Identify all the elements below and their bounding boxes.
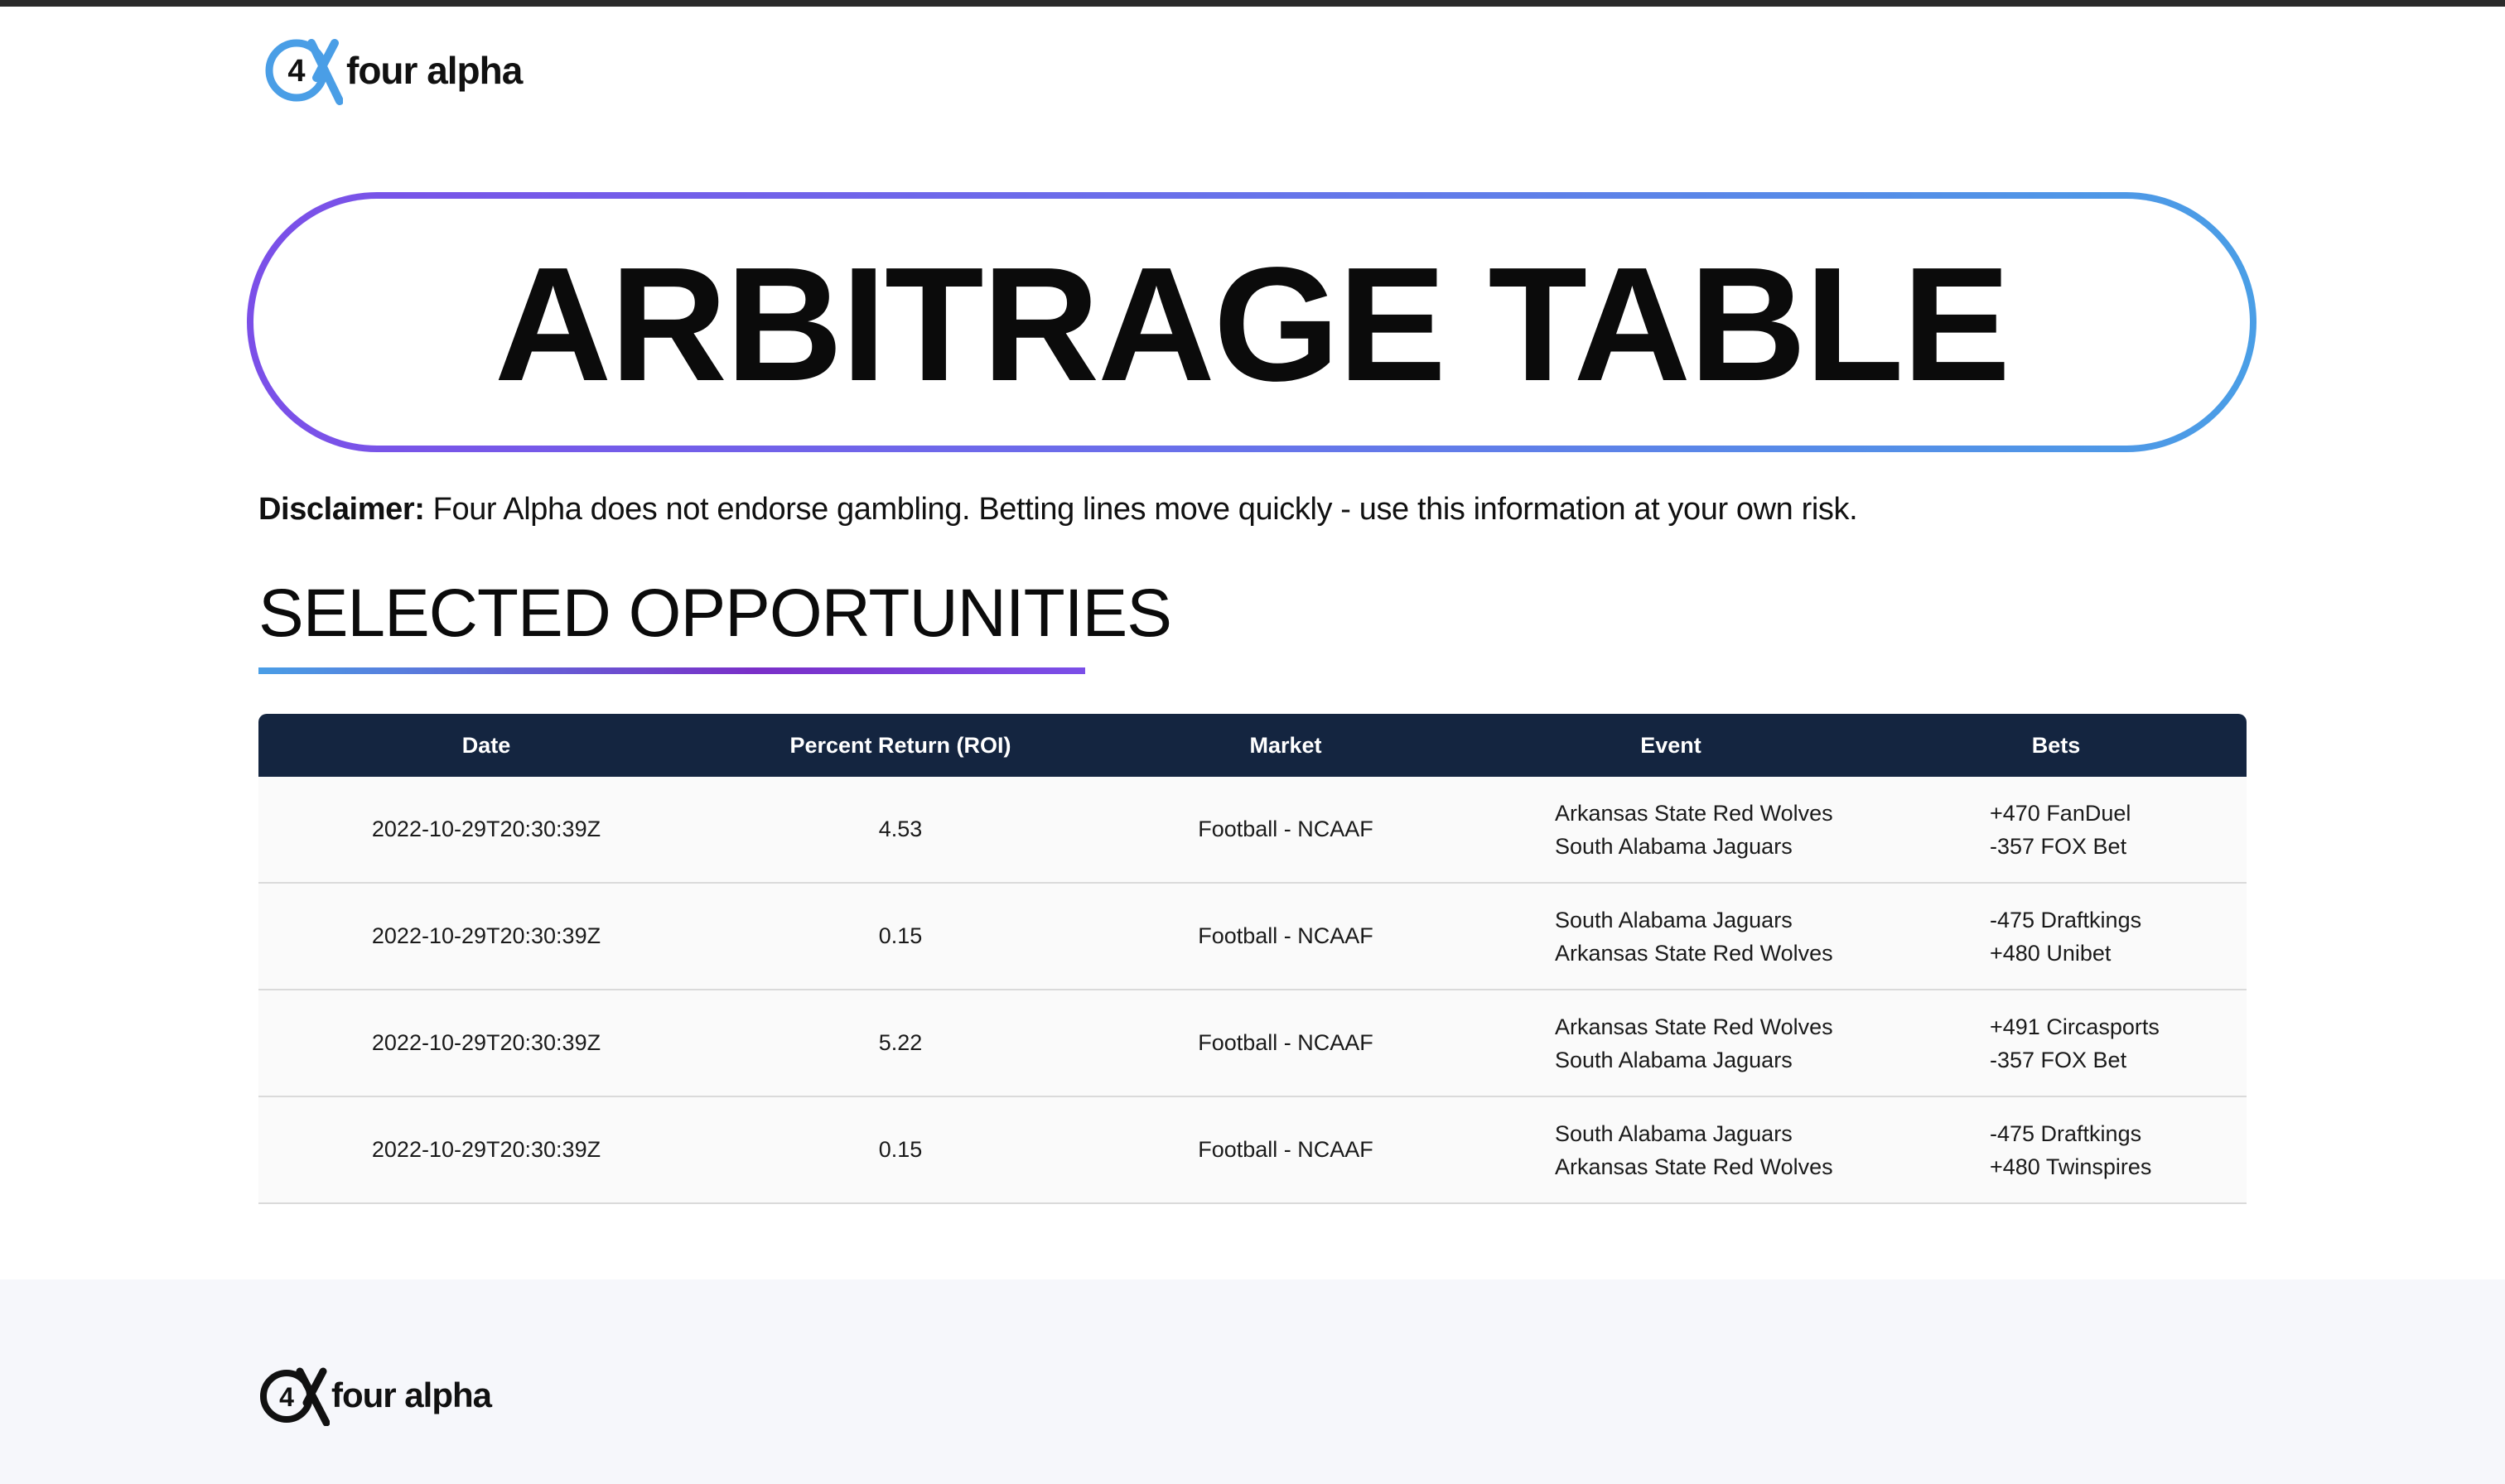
bet-line: -475 Draftkings [1990,907,2142,932]
bet-line: -357 FOX Bet [1990,1047,2127,1072]
disclaimer-label: Disclaimer: [258,492,425,527]
bet-line: -357 FOX Bet [1990,833,2127,859]
column-header-roi[interactable]: Percent Return (ROI) [706,733,1095,759]
event-team: Arkansas State Red Wolves [1555,800,1833,826]
event-team: South Alabama Jaguars [1555,1120,1793,1146]
cell-bets: +491 Circasports -357 FOX Bet [1865,1010,2247,1077]
bet-line: +470 FanDuel [1990,800,2131,826]
cell-date: 2022-10-29T20:30:39Z [371,1137,601,1162]
cell-roi: 5.22 [878,1030,923,1055]
event-team: South Alabama Jaguars [1555,1047,1793,1072]
event-team: Arkansas State Red Wolves [1555,1154,1833,1179]
event-team: Arkansas State Red Wolves [1555,940,1833,966]
svg-text:4: 4 [279,1382,294,1412]
cell-roi: 0.15 [878,923,923,948]
cell-event: Arkansas State Red Wolves South Alabama … [1476,797,1865,863]
top-border [0,0,2505,7]
header-logo[interactable]: 4 four alpha [263,35,523,106]
cell-bets: +470 FanDuel -357 FOX Bet [1865,797,2247,863]
table-header: Date Percent Return (ROI) Market Event B… [258,714,2247,777]
table-row: 2022-10-29T20:30:39Z 0.15 Football - NCA… [258,884,2247,990]
column-header-date[interactable]: Date [258,733,706,759]
cell-market: Football - NCAAF [1198,923,1373,948]
table-row: 2022-10-29T20:30:39Z 5.22 Football - NCA… [258,990,2247,1097]
event-team: South Alabama Jaguars [1555,833,1793,859]
bet-line: +491 Circasports [1990,1014,2160,1039]
column-header-bets[interactable]: Bets [1865,733,2247,759]
cell-event: South Alabama Jaguars Arkansas State Red… [1476,903,1865,970]
column-header-market[interactable]: Market [1095,733,1476,759]
cell-market: Football - NCAAF [1198,1030,1373,1055]
column-header-event[interactable]: Event [1476,733,1865,759]
event-team: Arkansas State Red Wolves [1555,1014,1833,1039]
section-title: SELECTED OPPORTUNITIES [258,576,1172,651]
cell-roi: 0.15 [878,1137,923,1162]
table-row: 2022-10-29T20:30:39Z 4.53 Football - NCA… [258,777,2247,884]
cell-event: Arkansas State Red Wolves South Alabama … [1476,1010,1865,1077]
footer-logo-wordmark: four alpha [331,1376,492,1414]
bet-line: +480 Unibet [1990,940,2112,966]
cell-date: 2022-10-29T20:30:39Z [371,817,601,841]
cell-market: Football - NCAAF [1198,817,1373,841]
page-title: ARBITRAGE TABLE [494,234,2010,415]
bet-line: +480 Twinspires [1990,1154,2152,1179]
disclaimer-text: Four Alpha does not endorse gambling. Be… [432,492,1858,527]
four-alpha-logo-icon: 4 [263,35,344,106]
opportunities-table: Date Percent Return (ROI) Market Event B… [258,714,2247,1204]
table-row: 2022-10-29T20:30:39Z 0.15 Football - NCA… [258,1097,2247,1204]
logo-wordmark: four alpha [346,49,523,92]
section-underline [258,667,1085,674]
hero-banner: ARBITRAGE TABLE [247,192,2256,452]
cell-bets: -475 Draftkings +480 Unibet [1865,903,2247,970]
four-alpha-logo-icon: 4 [258,1365,331,1427]
event-team: South Alabama Jaguars [1555,907,1793,932]
cell-date: 2022-10-29T20:30:39Z [371,1030,601,1055]
cell-event: South Alabama Jaguars Arkansas State Red… [1476,1117,1865,1183]
cell-bets: -475 Draftkings +480 Twinspires [1865,1117,2247,1183]
bet-line: -475 Draftkings [1990,1120,2142,1146]
disclaimer: Disclaimer: Four Alpha does not endorse … [258,492,1858,528]
cell-date: 2022-10-29T20:30:39Z [371,923,601,948]
footer-logo[interactable]: 4 four alpha [258,1363,492,1428]
cell-roi: 4.53 [878,817,923,841]
svg-text:4: 4 [287,54,305,89]
cell-market: Football - NCAAF [1198,1137,1373,1162]
